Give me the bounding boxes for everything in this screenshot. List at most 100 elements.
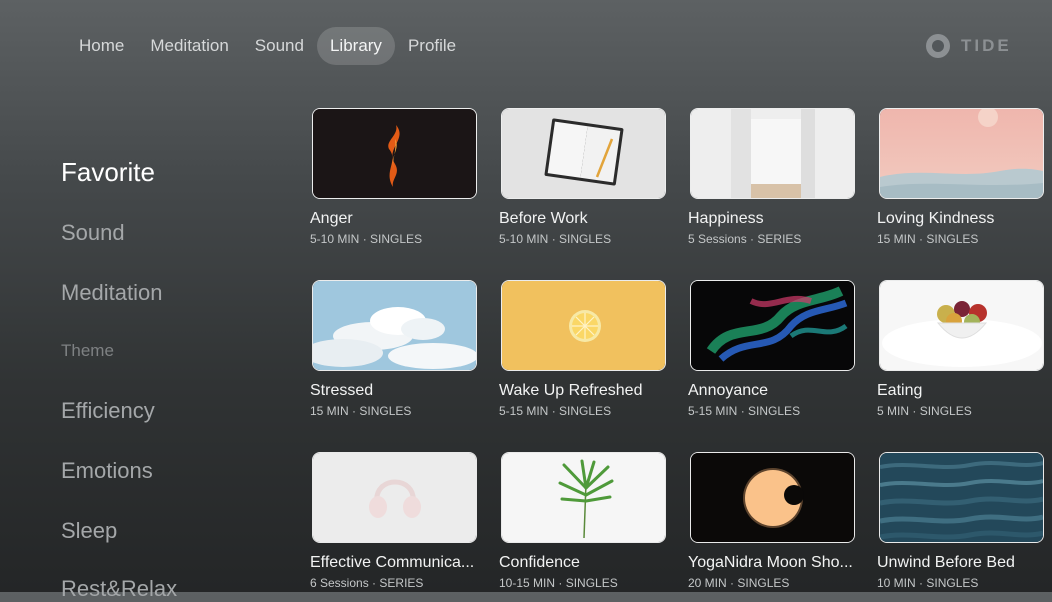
aurora-swirl-image xyxy=(691,281,854,370)
meta-separator: · xyxy=(362,232,367,246)
open-white-door-image xyxy=(691,109,854,198)
card-thumbnail xyxy=(879,280,1044,371)
card-thumbnail xyxy=(312,452,477,543)
sidebar-item-sleep[interactable]: Sleep xyxy=(61,518,117,544)
card-meta: 5-15 MIN · SINGLES xyxy=(688,404,855,418)
tab-profile[interactable]: Profile xyxy=(395,27,469,65)
card-title: Effective Communica... xyxy=(310,554,475,571)
card-thumbnail xyxy=(501,108,666,199)
card-thumbnail xyxy=(879,108,1044,199)
session-card-unwind-before-bed[interactable]: Unwind Before Bed 10 MIN · SINGLES xyxy=(877,452,1044,590)
card-duration: 10-15 MIN xyxy=(499,576,556,590)
card-type: SINGLES xyxy=(559,232,612,246)
card-meta: 10 MIN · SINGLES xyxy=(877,576,1044,590)
card-meta: 5-15 MIN · SINGLES xyxy=(499,404,666,418)
card-duration: 5 Sessions xyxy=(688,232,747,246)
card-title: Stressed xyxy=(310,382,374,399)
card-duration: 6 Sessions xyxy=(310,576,369,590)
card-thumbnail xyxy=(312,108,477,199)
card-type: SERIES xyxy=(757,232,802,246)
card-meta: 6 Sessions · SERIES xyxy=(310,576,477,590)
session-card-effective-communication[interactable]: Effective Communica... 6 Sessions · SERI… xyxy=(310,452,477,590)
card-duration: 5 MIN xyxy=(877,404,910,418)
meta-separator: · xyxy=(750,232,755,246)
meta-separator: · xyxy=(912,404,917,418)
card-type: SINGLES xyxy=(748,404,801,418)
card-type: SINGLES xyxy=(370,232,423,246)
session-card-happiness[interactable]: Happiness 5 Sessions · SERIES xyxy=(688,108,855,246)
card-meta: 5 MIN · SINGLES xyxy=(877,404,1044,418)
card-title: Eating xyxy=(877,382,923,399)
card-duration: 5-15 MIN xyxy=(688,404,738,418)
card-thumbnail xyxy=(879,452,1044,543)
meta-separator: · xyxy=(558,576,563,590)
card-duration: 10 MIN xyxy=(877,576,916,590)
sidebar-item-favorite[interactable]: Favorite xyxy=(61,157,155,188)
session-card-wake-up-refreshed[interactable]: Wake Up Refreshed 5-15 MIN · SINGLES xyxy=(499,280,666,418)
card-thumbnail xyxy=(312,280,477,371)
blue-sky-clouds-image xyxy=(313,281,476,370)
card-meta: 20 MIN · SINGLES xyxy=(688,576,855,590)
card-meta: 10-15 MIN · SINGLES xyxy=(499,576,666,590)
card-meta: 5 Sessions · SERIES xyxy=(688,232,855,246)
pink-sky-dunes-image xyxy=(880,109,1043,198)
card-type: SINGLES xyxy=(926,232,979,246)
card-title: Annoyance xyxy=(688,382,769,399)
card-duration: 20 MIN xyxy=(688,576,727,590)
dark-water-waves-image xyxy=(880,453,1043,542)
crescent-moon-image xyxy=(691,453,854,542)
card-title: Unwind Before Bed xyxy=(877,554,1015,571)
card-duration: 5-10 MIN xyxy=(499,232,549,246)
card-thumbnail xyxy=(690,280,855,371)
card-thumbnail xyxy=(501,452,666,543)
lemon-slice-image xyxy=(502,281,665,370)
card-title: Anger xyxy=(310,210,353,227)
card-duration: 5-10 MIN xyxy=(310,232,360,246)
tab-library[interactable]: Library xyxy=(316,27,395,65)
card-title: Before Work xyxy=(499,210,588,227)
session-card-before-work[interactable]: Before Work 5-10 MIN · SINGLES xyxy=(499,108,666,246)
card-type: SERIES xyxy=(379,576,424,590)
card-title: Loving Kindness xyxy=(877,210,995,227)
session-card-yoganidra-moon[interactable]: YogaNidra Moon Sho... 20 MIN · SINGLES xyxy=(688,452,855,590)
card-title: Wake Up Refreshed xyxy=(499,382,643,399)
session-card-anger[interactable]: Anger 5-10 MIN · SINGLES xyxy=(310,108,477,246)
card-type: SINGLES xyxy=(565,576,618,590)
session-card-confidence[interactable]: Confidence 10-15 MIN · SINGLES xyxy=(499,452,666,590)
meta-separator: · xyxy=(919,232,924,246)
card-thumbnail xyxy=(690,108,855,199)
card-title: Happiness xyxy=(688,210,764,227)
card-type: SINGLES xyxy=(737,576,790,590)
card-meta: 15 MIN · SINGLES xyxy=(310,404,477,418)
sidebar-item-emotions[interactable]: Emotions xyxy=(61,458,153,484)
session-card-loving-kindness[interactable]: Loving Kindness 15 MIN · SINGLES xyxy=(877,108,1044,246)
card-title: YogaNidra Moon Sho... xyxy=(688,554,853,571)
meta-separator: · xyxy=(730,576,735,590)
card-thumbnail xyxy=(501,280,666,371)
card-duration: 5-15 MIN xyxy=(499,404,549,418)
meta-separator: · xyxy=(372,576,377,590)
sidebar-item-sound[interactable]: Sound xyxy=(61,220,125,246)
sidebar-item-rest-relax[interactable]: Rest&Relax xyxy=(61,576,177,602)
card-title: Confidence xyxy=(499,554,580,571)
green-leaf-image xyxy=(502,453,665,542)
card-type: SINGLES xyxy=(359,404,412,418)
sidebar-item-meditation[interactable]: Meditation xyxy=(61,280,163,306)
card-meta: 15 MIN · SINGLES xyxy=(877,232,1044,246)
fruit-bowl-image xyxy=(880,281,1043,370)
card-type: SINGLES xyxy=(919,404,972,418)
meta-separator: · xyxy=(352,404,357,418)
session-card-stressed[interactable]: Stressed 15 MIN · SINGLES xyxy=(310,280,477,418)
library-sidebar: Favorite Sound Meditation Theme Efficien… xyxy=(61,0,281,601)
sidebar-item-efficiency[interactable]: Efficiency xyxy=(61,398,155,424)
card-type: SINGLES xyxy=(559,404,612,418)
orange-flame-image xyxy=(313,109,476,198)
session-card-eating[interactable]: Eating 5 MIN · SINGLES xyxy=(877,280,1044,418)
card-meta: 5-10 MIN · SINGLES xyxy=(310,232,477,246)
brand: TIDE xyxy=(926,34,1012,58)
card-thumbnail xyxy=(690,452,855,543)
session-card-annoyance[interactable]: Annoyance 5-15 MIN · SINGLES xyxy=(688,280,855,418)
notebook-pencil-image xyxy=(502,109,665,198)
card-meta: 5-10 MIN · SINGLES xyxy=(499,232,666,246)
pink-headphones-image xyxy=(313,453,476,542)
